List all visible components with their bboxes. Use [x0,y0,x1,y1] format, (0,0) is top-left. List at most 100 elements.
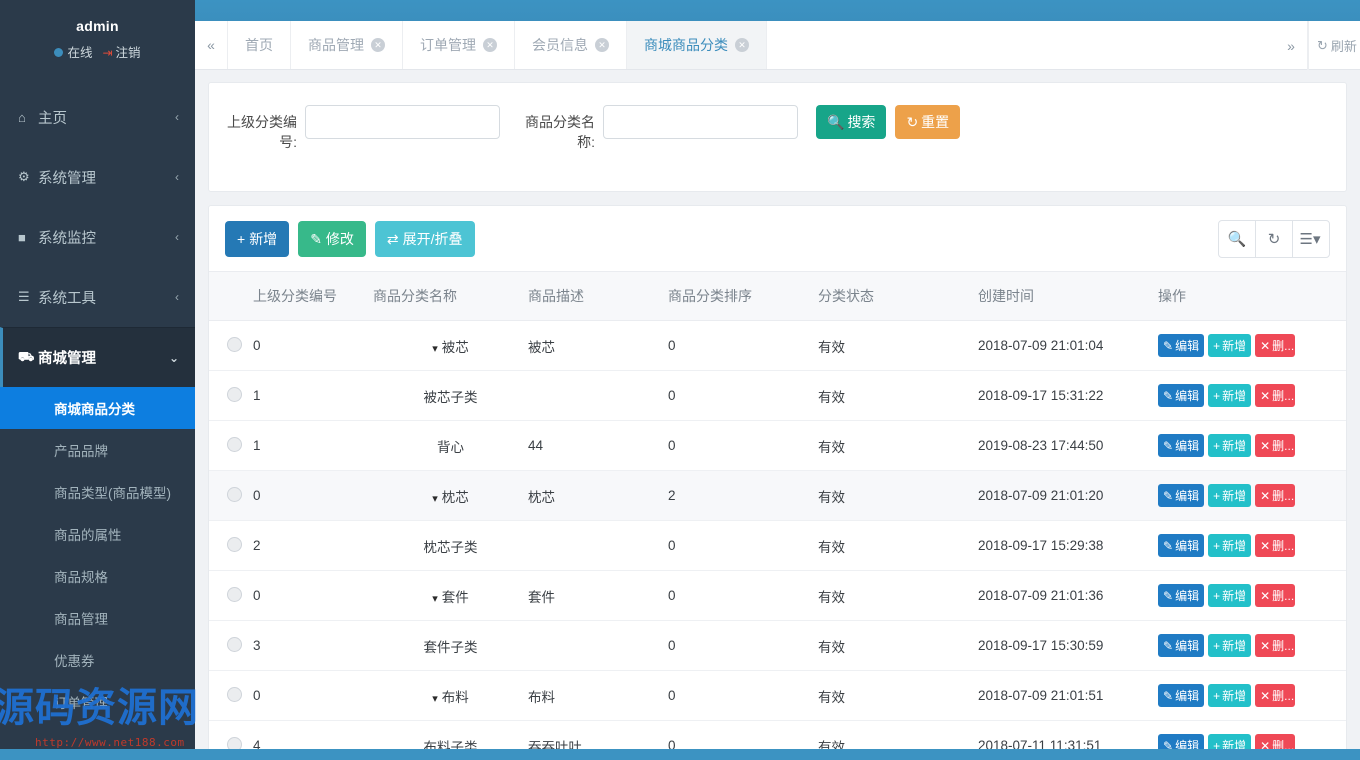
row-select-cell[interactable] [209,520,253,571]
column-category-name[interactable]: 商品分类名称 [373,271,528,321]
sidebar-item-order-management[interactable]: 订单管理 [0,681,195,723]
row-edit-button[interactable]: ✎ 编辑 [1158,334,1205,357]
row-add-button[interactable]: + 新增 [1208,484,1252,507]
tab-member-info[interactable]: 会员信息 ✕ [515,21,627,69]
row-edit-button[interactable]: ✎ 编辑 [1158,434,1205,457]
radio-icon[interactable] [227,336,242,352]
column-created-time[interactable]: 创建时间 [978,271,1158,321]
column-description[interactable]: 商品描述 [528,271,668,321]
close-icon[interactable]: ✕ [371,38,385,52]
chevron-down-icon[interactable]: ▾ [432,593,438,605]
refresh-table-icon[interactable]: ↻ [1255,220,1293,258]
expand-collapse-button[interactable]: ⇄ 展开/折叠 [374,221,475,257]
tab-mall-product-category[interactable]: 商城商品分类 ✕ [627,21,767,69]
plus-icon: + [1213,388,1221,403]
row-edit-button[interactable]: ✎ 编辑 [1158,534,1205,557]
parent-id-input[interactable] [305,105,500,139]
row-delete-button[interactable]: ✕ 删... [1255,534,1296,557]
radio-icon[interactable] [227,486,242,502]
row-add-button[interactable]: + 新增 [1208,684,1252,707]
chevron-down-icon[interactable]: ▾ [432,693,438,705]
table-row[interactable]: 1 被芯子类 0 有效 2018-09-17 15:31:22 ✎ 编辑 + 新增 ✕ 删... [209,370,1346,421]
row-edit-button[interactable]: ✎ 编辑 [1158,484,1205,507]
radio-icon[interactable] [227,586,242,602]
row-add-button[interactable]: + 新增 [1208,584,1252,607]
table-row[interactable]: 0 ▾ 被芯 被芯 0 有效 2018-07-09 21:01:04 ✎ 编辑 + 新增 ✕ 删... [209,320,1346,371]
column-status[interactable]: 分类状态 [818,271,978,321]
sidebar-item-coupon[interactable]: 优惠券 [0,639,195,681]
radio-icon[interactable] [227,386,242,402]
sidebar-item-product-management[interactable]: 商品管理 [0,597,195,639]
sidebar-item-home[interactable]: ⌂ 主页 ‹ [0,87,195,147]
row-add-button[interactable]: + 新增 [1208,534,1252,557]
radio-icon[interactable] [227,686,242,702]
row-edit-button[interactable]: ✎ 编辑 [1158,584,1205,607]
chevron-down-icon[interactable]: ▾ [432,493,438,505]
row-select-cell[interactable] [209,420,253,471]
close-icon[interactable]: ✕ [735,38,749,52]
column-sort-order[interactable]: 商品分类排序 [668,271,818,321]
cell-sort-order: 0 [668,620,818,671]
table-row[interactable]: 3 套件子类 0 有效 2018-09-17 15:30:59 ✎ 编辑 + 新增 ✕ 删... [209,620,1346,671]
close-icon[interactable]: ✕ [483,38,497,52]
tab-home[interactable]: 首页 [228,21,291,69]
sidebar-item-product-attributes[interactable]: 商品的属性 [0,513,195,555]
tab-product-management[interactable]: 商品管理 ✕ [291,21,403,69]
row-select-cell[interactable] [209,620,253,671]
chevron-down-icon[interactable]: ▾ [432,343,438,355]
sidebar-item-system-management[interactable]: ⚙ 系统管理 ‹ [0,147,195,207]
tabs-scroll-prev-button[interactable]: « [195,21,228,69]
tabs-scroll-next-button[interactable]: » [1275,21,1308,70]
row-select-cell[interactable] [209,570,253,621]
radio-icon[interactable] [227,536,242,552]
cell-category-name: ▾ 枕芯 [373,470,528,521]
refresh-page-button[interactable]: ↻ 刷新 [1308,21,1360,70]
reset-button[interactable]: ↻ 重置 [895,105,961,139]
row-delete-button[interactable]: ✕ 删... [1255,634,1296,657]
table-row[interactable]: 1 背心 44 0 有效 2019-08-23 17:44:50 ✎ 编辑 + 新增 ✕ 删... [209,420,1346,471]
edit-button[interactable]: ✎ 修改 [298,221,366,257]
logout-label[interactable]: 注销 [116,46,141,60]
search-toggle-icon[interactable]: 🔍 [1218,220,1256,258]
search-button[interactable]: 🔍 搜索 [816,105,887,139]
row-edit-button[interactable]: ✎ 编辑 [1158,634,1205,657]
row-delete-button[interactable]: ✕ 删... [1255,684,1296,707]
row-delete-button[interactable]: ✕ 删... [1255,484,1296,507]
logout-icon[interactable]: ⇥ [102,46,112,60]
column-parent-id[interactable]: 上级分类编号 [253,271,373,321]
table-row[interactable]: 0 ▾ 套件 套件 0 有效 2018-07-09 21:01:36 ✎ 编辑 + 新增 ✕ 删... [209,570,1346,621]
row-edit-button[interactable]: ✎ 编辑 [1158,384,1205,407]
row-delete-button[interactable]: ✕ 删... [1255,334,1296,357]
table-row[interactable]: 0 ▾ 布料 布料 0 有效 2018-07-09 21:01:51 ✎ 编辑 + 新增 ✕ 删... [209,670,1346,721]
sidebar-item-mall-management[interactable]: ⛟ 商城管理 ⌄ [0,327,195,387]
chevron-left-icon: ‹ [175,170,179,184]
row-select-cell[interactable] [209,670,253,721]
close-icon[interactable]: ✕ [595,38,609,52]
row-select-cell[interactable] [209,370,253,421]
row-add-button[interactable]: + 新增 [1208,384,1252,407]
row-select-cell[interactable] [209,320,253,371]
sidebar-item-system-tools[interactable]: ☰ 系统工具 ‹ [0,267,195,327]
table-row[interactable]: 2 枕芯子类 0 有效 2018-09-17 15:29:38 ✎ 编辑 + 新增 ✕ 删... [209,520,1346,571]
radio-icon[interactable] [227,636,242,652]
tab-order-management[interactable]: 订单管理 ✕ [403,21,515,69]
row-edit-button[interactable]: ✎ 编辑 [1158,684,1205,707]
row-add-button[interactable]: + 新增 [1208,334,1252,357]
sidebar-item-mall-product-category[interactable]: 商城商品分类 [0,387,195,429]
row-delete-button[interactable]: ✕ 删... [1255,384,1296,407]
sidebar-item-product-type[interactable]: 商品类型(商品模型) [0,471,195,513]
category-name-input[interactable] [603,105,798,139]
sidebar-item-product-brand[interactable]: 产品品牌 [0,429,195,471]
add-button[interactable]: + 新增 [225,221,290,257]
row-delete-button[interactable]: ✕ 删... [1255,434,1296,457]
row-delete-button[interactable]: ✕ 删... [1255,584,1296,607]
sidebar-item-system-monitor[interactable]: ■ 系统监控 ‹ [0,207,195,267]
radio-icon[interactable] [227,436,242,452]
row-add-button[interactable]: + 新增 [1208,634,1252,657]
table-row[interactable]: 0 ▾ 枕芯 枕芯 2 有效 2018-07-09 21:01:20 ✎ 编辑 + 新增 ✕ 删... [209,470,1346,521]
row-select-cell[interactable] [209,470,253,521]
cell-category-name: ▾ 套件 [373,570,528,621]
row-add-button[interactable]: + 新增 [1208,434,1252,457]
sidebar-item-product-specs[interactable]: 商品规格 [0,555,195,597]
column-chooser-icon[interactable]: ☰ ▾ [1292,220,1330,258]
